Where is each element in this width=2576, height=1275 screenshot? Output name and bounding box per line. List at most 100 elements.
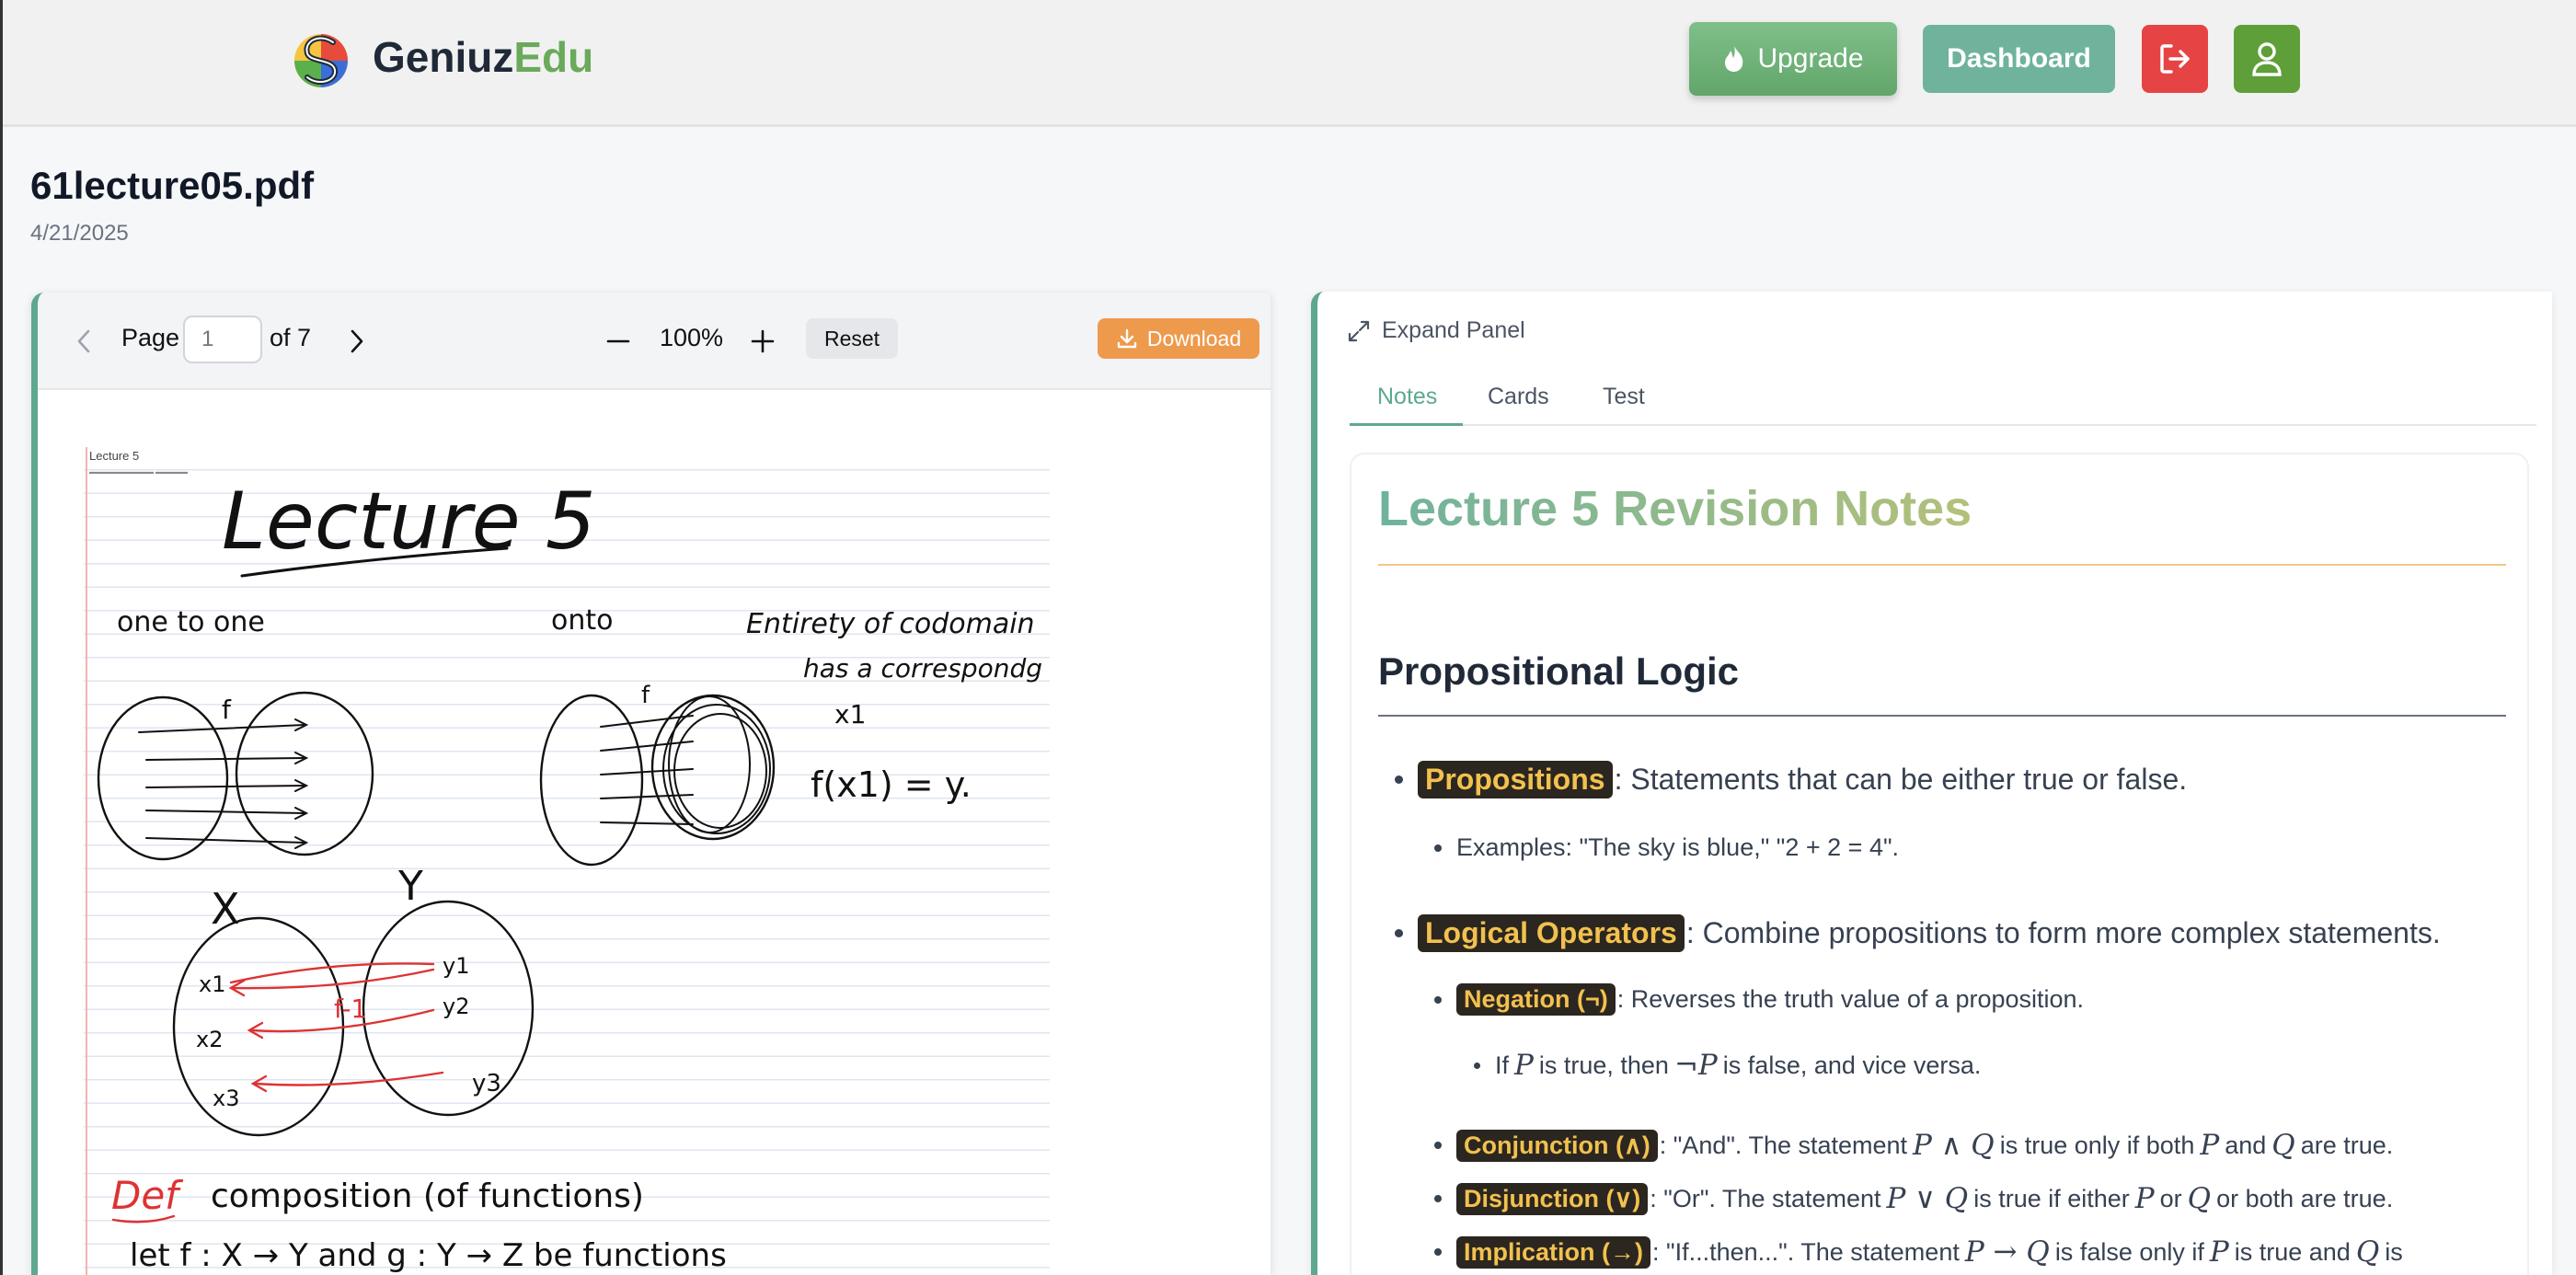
tab-cards[interactable]: Cards [1488,384,1549,410]
term-disjunction: Disjunction (∨) [1456,1182,1649,1215]
geniuzedu-logo[interactable] [293,28,350,90]
page-number-input[interactable] [183,316,262,363]
expand-panel-label: Expand Panel [1382,317,1525,343]
implication-text: is false only if [2054,1237,2204,1266]
list-item-logical-operators: Logical Operators : Combine propositions… [1395,914,2441,952]
disjunction-text: or both are true. [2216,1184,2394,1212]
hw-set-y: Y [397,863,423,910]
hw-def: Def [111,1173,184,1218]
hw-x2: x2 [196,1027,223,1052]
hw-y1: y1 [443,953,469,979]
chevron-left-icon [77,329,90,353]
conjunction-text: are true. [2300,1131,2394,1159]
upgrade-button[interactable]: Upgrade [1689,22,1897,96]
negation-definition: : Reverses the truth value of a proposit… [1616,985,2085,1013]
tab-notes[interactable]: Notes [1377,384,1437,410]
hw-let: let f : X → Y and g : Y → Z be functions [130,1237,727,1274]
hw-x1b: x1 [199,971,225,997]
list-item-propositions-example: Examples: "The sky is blue," "2 + 2 = 4"… [1434,833,1899,862]
hw-y2: y2 [443,994,469,1019]
minus-icon [606,339,630,343]
math-q: Q [2355,1235,2380,1269]
next-page-button[interactable] [339,323,375,360]
notes-content: Lecture 5 Revision Notes Propositional L… [1350,453,2529,1275]
list-item-disjunction: Disjunction (∨) : "Or". The statement P … [1434,1182,2393,1215]
term-propositions: Propositions [1418,761,1613,798]
section-divider [1378,715,2506,717]
brand-part-1: Geniuz [373,33,514,81]
chevron-right-icon [351,329,363,353]
profile-button[interactable] [2234,25,2300,93]
hw-f-inverse: f-1 [334,994,367,1024]
dashboard-button[interactable]: Dashboard [1923,25,2115,93]
hw-codomain-note-2: has a correspondg [803,653,1042,683]
negation-example-text: is false, and vice versa. [1722,1051,1982,1079]
hw-codomain-note-1: Entirety of codomain [746,608,1035,640]
implication-text: is [2385,1237,2403,1266]
math-p: P [2209,1235,2229,1269]
bullet-icon [1434,1195,1442,1202]
term-negation: Negation (¬) [1456,983,1616,1016]
download-label: Download [1146,326,1242,350]
brand-name[interactable]: GeniuzEdu [373,31,593,83]
bullet-icon [1434,995,1442,1004]
reset-zoom-button[interactable]: Reset [806,318,898,359]
hw-f-onto-label: f [641,682,650,709]
zoom-in-button[interactable] [744,323,781,360]
pdf-toolbar: Page of 7 100% Reset Download [38,293,1271,390]
user-icon [2252,42,2282,76]
title-divider [1378,564,2506,566]
propositions-definition: : Statements that can be either true or … [1614,763,2188,796]
conjunction-text: and [2225,1131,2267,1159]
bullet-icon [1395,929,1403,937]
conjunction-text: : "And". The statement [1659,1131,1908,1159]
active-tab-indicator [1350,423,1463,426]
list-item-negation: Negation (¬) : Reverses the truth value … [1434,983,2084,1016]
zoom-out-button[interactable] [600,323,637,360]
math-not-p: ¬P [1673,1049,1718,1082]
section-heading: Propositional Logic [1378,649,1740,693]
list-item-propositions: Propositions : Statements that can be ei… [1395,761,2187,798]
logical-operators-definition: : Combine propositions to form more comp… [1685,916,2441,949]
pdf-page-canvas[interactable]: Lecture 5 ▬▬▬▬▬▬▬▬▬▬ ▬▬▬▬▬ Lecture 5 one… [38,392,1271,1275]
list-item-implication: Implication (→) : "If...then...". The st… [1434,1235,2403,1269]
bullet-icon [1434,1248,1442,1256]
negation-example-text: If [1495,1051,1510,1079]
pdf-viewer-panel: Page of 7 100% Reset Download Lecture 5 … [31,293,1271,1275]
flame-icon [1725,46,1743,72]
negation-example-text: is true, then [1538,1051,1669,1079]
disjunction-text: is true if either [1973,1184,2130,1212]
hw-y3: y3 [472,1070,501,1097]
hw-fx: f(x1) = y. [811,764,972,805]
brand-part-2: Edu [513,33,594,81]
hw-composition: composition (of functions) [211,1177,644,1215]
tab-test[interactable]: Test [1603,384,1645,410]
hw-title: Lecture 5 [222,476,596,568]
bullet-icon [1474,1062,1480,1069]
previous-page-button[interactable] [65,323,102,360]
math-p: P [2200,1129,2220,1162]
term-implication: Implication (→) [1456,1235,1650,1269]
implication-text: : "If...then...". The statement [1652,1237,1960,1266]
list-item-conjunction: Conjunction (∧) : "And". The statement P… [1434,1129,2393,1162]
disjunction-text: or [2159,1184,2182,1212]
download-icon [1117,328,1137,349]
math-p-implies-q: P → Q [1964,1235,2050,1269]
disjunction-text: : "Or". The statement [1650,1184,1881,1212]
handwritten-notes: Lecture 5 one to one onto Entirety of co… [97,476,1042,1274]
study-panel: Expand Panel Notes Cards Test Lecture 5 … [1311,292,2552,1275]
hw-x3: x3 [213,1085,239,1111]
dashboard-label: Dashboard [1947,43,2091,74]
term-logical-operators: Logical Operators [1418,914,1685,952]
implication-text: is true and [2234,1237,2351,1266]
term-conjunction: Conjunction (∧) [1456,1129,1658,1162]
file-name: 61lecture05.pdf [30,164,315,207]
logout-button[interactable] [2142,25,2208,93]
file-date: 4/21/2025 [30,221,129,246]
zoom-level: 100% [660,324,724,351]
bullet-icon [1434,1142,1442,1149]
hw-x1: x1 [834,699,866,729]
download-button[interactable]: Download [1098,318,1259,359]
expand-panel-button[interactable]: Expand Panel [1347,317,1525,344]
notes-title: Lecture 5 Revision Notes [1378,481,1972,536]
